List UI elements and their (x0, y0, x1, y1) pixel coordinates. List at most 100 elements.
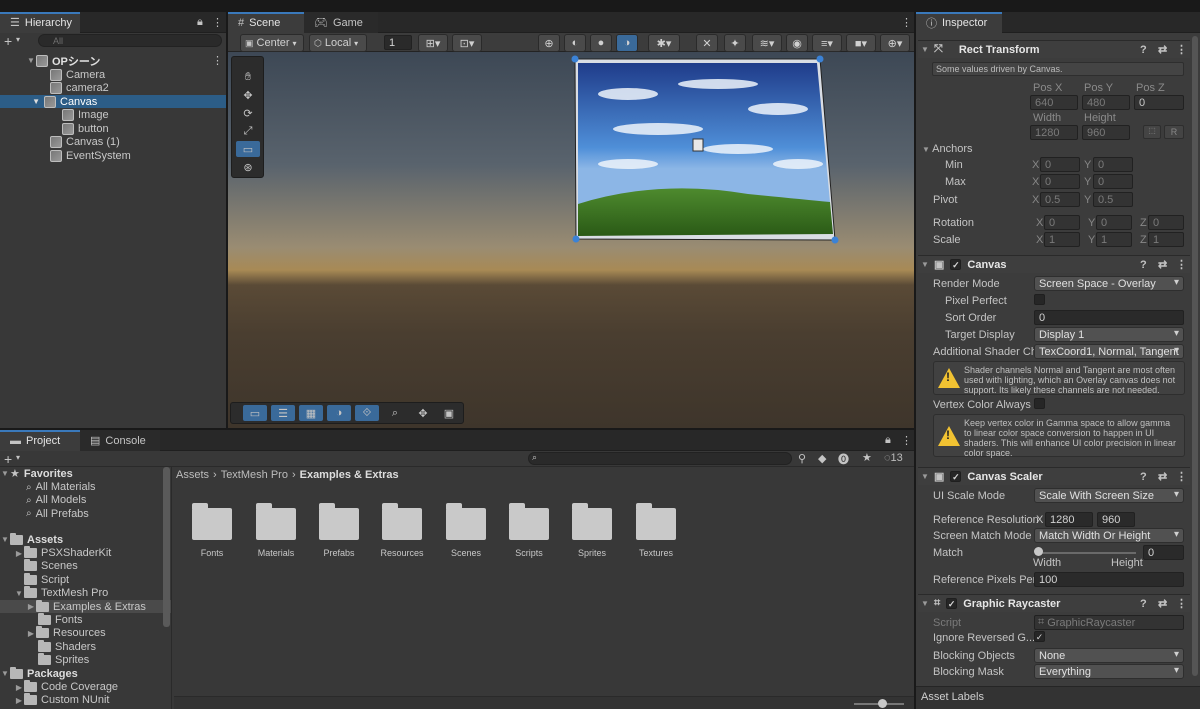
hierarchy-item-button[interactable]: button (0, 122, 226, 135)
lighting-toggle-button[interactable]: ✦ (724, 34, 746, 52)
expand-arrow-icon[interactable]: ▶ (14, 696, 24, 705)
align-icon[interactable]: ☰ (271, 405, 295, 421)
favorites-header[interactable]: ▼ ★ Favorites (0, 467, 171, 481)
match-slider-track[interactable] (1036, 552, 1136, 554)
more-menu-icon[interactable]: ⋮ (1176, 597, 1187, 610)
layers-overlay-icon[interactable]: ⟐ (355, 405, 379, 421)
layers-button[interactable]: ≡▾ (812, 34, 842, 52)
moon-icon[interactable]: ◑ (327, 405, 351, 421)
inspector-scrollbar[interactable] (1192, 36, 1198, 676)
asset-folder[interactable]: Script (0, 572, 171, 586)
blocking-mask-dropdown[interactable]: Everything (1034, 664, 1184, 679)
expand-arrow-icon[interactable]: ▼ (0, 469, 10, 478)
ui-scale-mode-dropdown[interactable]: Scale With Screen Size (1034, 488, 1184, 503)
expand-arrow-icon[interactable]: ▼ (26, 56, 36, 65)
folder-icon[interactable] (382, 503, 422, 540)
asset-folder[interactable]: ▼ TextMesh Pro (0, 586, 171, 600)
screen-match-mode-dropdown[interactable]: Match Width Or Height (1034, 528, 1184, 543)
breadcrumb-item[interactable]: Examples & Extras (300, 469, 399, 481)
search-icon[interactable]: ⌕ (383, 405, 407, 421)
pivot-space-dropdown[interactable]: ⬡ Local ▾ (309, 34, 367, 52)
preset-icon[interactable]: ⇄ (1158, 470, 1167, 483)
more-menu-icon[interactable]: ⋮ (901, 16, 912, 29)
packages-header[interactable]: ▼ Packages (0, 666, 171, 680)
folder-item-label[interactable]: Sprites (560, 548, 624, 558)
scale-y-field[interactable]: 1 (1096, 232, 1132, 247)
help-icon[interactable]: ? (1140, 471, 1147, 483)
star-icon[interactable]: ★ (862, 451, 872, 464)
effects-button[interactable]: ≋▾ (752, 34, 782, 52)
width-field[interactable]: 1280 (1030, 125, 1078, 140)
component-enabled-checkbox[interactable]: ✓ (950, 259, 962, 270)
tab-hierarchy[interactable]: ☰ Hierarchy (0, 12, 80, 33)
tab-game[interactable]: 🎮︎ Game (304, 12, 378, 33)
transform-tool-icon[interactable]: ⊛ (236, 159, 260, 175)
lit-button[interactable]: ◑ (616, 34, 638, 52)
render-mode-dropdown[interactable]: Screen Space - Overlay (1034, 276, 1184, 291)
more-menu-icon[interactable]: ⋮ (1176, 258, 1187, 271)
move-overlay-icon[interactable]: ✥ (411, 405, 435, 421)
reference-ppu-field[interactable]: 100 (1034, 572, 1184, 587)
vertex-color-checkbox[interactable] (1034, 398, 1045, 409)
anchor-min-y-field[interactable]: 0 (1093, 157, 1133, 172)
pivot-x-field[interactable]: 0.5 (1040, 192, 1080, 207)
rect-tool-icon[interactable]: ▭ (236, 141, 260, 157)
2d-toggle-button[interactable]: ✕ (696, 34, 718, 52)
assets-header[interactable]: ▼ Assets (0, 532, 171, 546)
rect-select-icon[interactable]: ▭ (243, 405, 267, 421)
tag-icon[interactable]: ◆ (818, 452, 826, 465)
camera-button[interactable]: ■▾ (846, 34, 876, 52)
scene-more-icon[interactable]: ⋮ (212, 54, 223, 67)
expand-arrow-icon[interactable]: ▼ (0, 669, 10, 678)
breadcrumb-item[interactable]: TextMesh Pro (221, 469, 288, 481)
scale-x-field[interactable]: 1 (1044, 232, 1080, 247)
grid-pattern-icon[interactable]: ▦ (299, 405, 323, 421)
hand-tool-icon[interactable]: ✋︎ (236, 69, 260, 85)
sort-order-field[interactable]: 0 (1034, 310, 1184, 325)
expand-arrow-icon[interactable]: ▼ (920, 45, 930, 54)
canvas-scaler-header[interactable]: ▼ ▣ ✓ Canvas Scaler ? ⇄ ⋮ (918, 467, 1190, 485)
folder-item-label[interactable]: Prefabs (307, 548, 371, 558)
raw-edit-button[interactable]: R (1164, 125, 1184, 139)
blocking-objects-dropdown[interactable]: None (1034, 648, 1184, 663)
pos-z-field[interactable]: 0 (1134, 95, 1184, 110)
add-icon[interactable]: + (4, 33, 12, 49)
asset-folder[interactable]: Scenes (0, 559, 171, 573)
breadcrumb-item[interactable]: Assets (176, 469, 209, 481)
package-folder[interactable]: ▶ Custom NUnit (0, 693, 171, 707)
expand-arrow-icon[interactable]: ▼ (0, 97, 40, 106)
ref-res-y-field[interactable]: 960 (1097, 512, 1135, 527)
visibility-button[interactable]: ◉ (786, 34, 808, 52)
tab-scene[interactable]: # Scene (228, 12, 304, 33)
more-menu-icon[interactable]: ⋮ (901, 434, 912, 447)
alert-icon[interactable]: ⓿ (838, 451, 849, 467)
hierarchy-item-image[interactable]: Image (0, 109, 226, 122)
folder-icon[interactable] (256, 503, 296, 540)
help-icon[interactable]: ? (1140, 44, 1147, 56)
hidden-count[interactable]: ◌13 (884, 452, 903, 464)
expand-arrow-icon[interactable]: ▼ (920, 472, 930, 481)
asset-folder[interactable]: ▶ Resources (0, 626, 171, 640)
folder-item-label[interactable]: Scenes (434, 548, 498, 558)
filter-type-icon[interactable]: ⚲ (798, 452, 806, 465)
move-tool-icon[interactable]: ✥ (236, 87, 260, 103)
match-slider-thumb[interactable] (1034, 547, 1043, 556)
more-menu-icon[interactable]: ⋮ (1176, 43, 1187, 56)
shader-channels-dropdown[interactable]: TexCoord1, Normal, Tangent (1034, 344, 1184, 359)
tree-scrollbar[interactable] (163, 467, 170, 627)
help-icon[interactable]: ? (1140, 598, 1147, 610)
favorite-item[interactable]: ⌕ All Prefabs (0, 507, 171, 520)
expand-arrow-icon[interactable]: ▶ (26, 602, 36, 611)
hierarchy-search-input[interactable]: All (38, 34, 222, 47)
snap-increment-button[interactable]: ⊞▾ (418, 34, 448, 52)
rect-transform-header[interactable]: ▼ ⤧ Rect Transform ? ⇄ ⋮ (918, 40, 1190, 58)
preset-icon[interactable]: ⇄ (1158, 258, 1167, 271)
folder-icon[interactable] (572, 503, 612, 540)
folder-item-label[interactable]: Scripts (497, 548, 561, 558)
favorite-item[interactable]: ⌕ All Models (0, 494, 171, 507)
scene-viewport[interactable]: ✋︎ ✥ ⟳ ⤢ ▭ ⊛ ▭ ☰ ▦ ◑ ⟐ ⌕ ✥ ▣ (228, 52, 914, 428)
rotation-x-field[interactable]: 0 (1044, 215, 1080, 230)
gizmos-button[interactable]: ⊕▾ (880, 34, 910, 52)
asset-folder[interactable]: Fonts (0, 613, 171, 626)
expand-arrow-icon[interactable]: ▼ (920, 260, 930, 269)
